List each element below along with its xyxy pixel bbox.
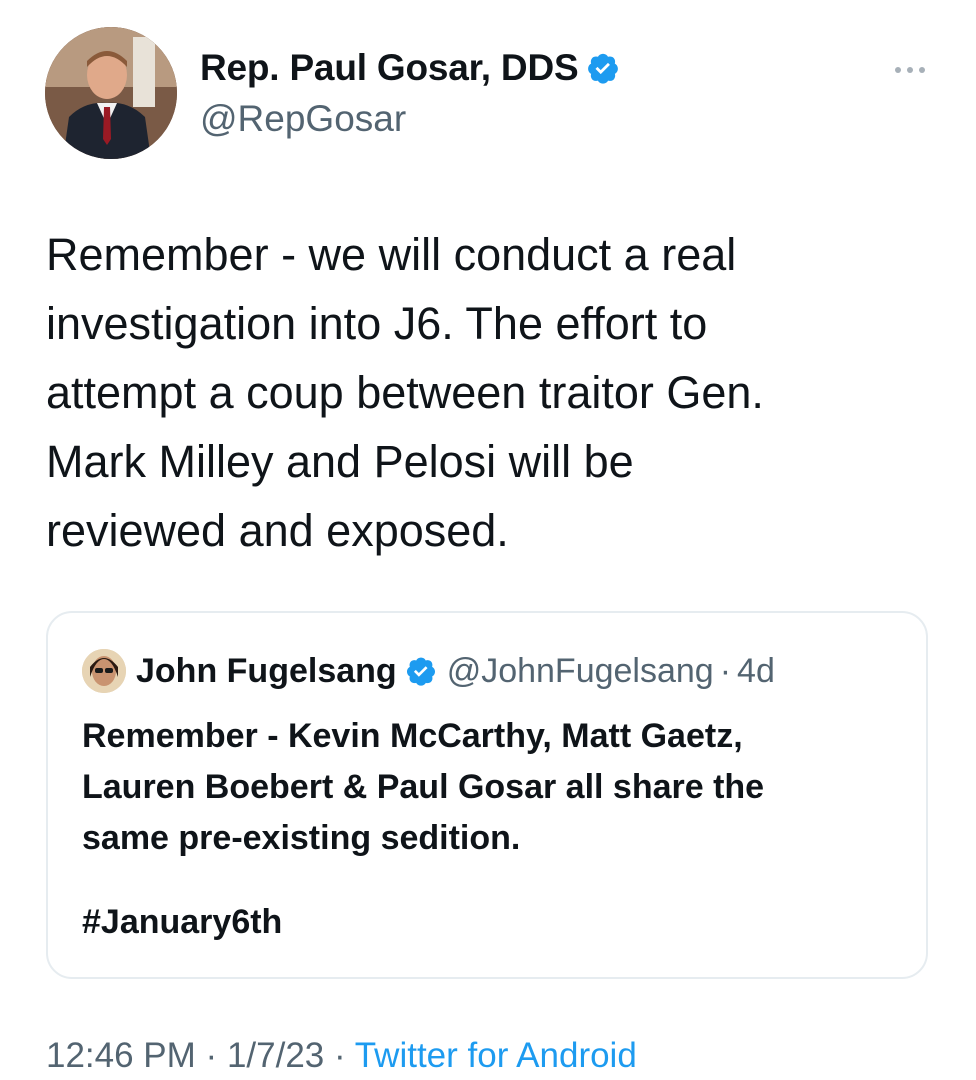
quoted-author-name: John Fugelsang xyxy=(136,651,397,690)
verified-badge-icon xyxy=(406,657,435,686)
verified-badge-icon xyxy=(588,53,619,84)
hashtag-link[interactable]: #January6th xyxy=(82,903,282,942)
author-name[interactable]: Rep. Paul Gosar, DDS xyxy=(200,47,579,89)
quoted-author-handle: @JohnFugelsang xyxy=(446,651,714,690)
separator-dot: · xyxy=(719,651,732,690)
author-avatar[interactable] xyxy=(45,27,177,159)
quoted-author-avatar xyxy=(82,649,126,693)
quoted-tweet-time: 4d xyxy=(737,651,775,690)
tweet-meta: 12:46 PM · 1/7/23 · Twitter for Android xyxy=(46,1036,637,1076)
tweet-text: Remember - we will conduct a real invest… xyxy=(46,229,764,556)
separator-dot: · xyxy=(205,1036,218,1075)
author-handle[interactable]: @RepGosar xyxy=(200,98,406,140)
tweet-date[interactable]: 1/7/23 xyxy=(227,1036,324,1075)
separator-dot: · xyxy=(333,1036,346,1075)
quoted-tweet-card[interactable]: John Fugelsang @JohnFugelsang · 4d Remem… xyxy=(46,611,928,979)
more-horizontal-icon[interactable] xyxy=(890,60,930,80)
tweet: Rep. Paul Gosar, DDS @RepGosar Remember … xyxy=(0,0,976,1080)
quoted-tweet-text: Remember - Kevin McCarthy, Matt Gaetz, L… xyxy=(82,717,765,857)
author-name-row: Rep. Paul Gosar, DDS xyxy=(200,47,620,89)
tweet-time[interactable]: 12:46 PM xyxy=(46,1036,196,1075)
tweet-source-link[interactable]: Twitter for Android xyxy=(355,1036,637,1075)
quoted-tweet-header: John Fugelsang @JohnFugelsang · 4d xyxy=(82,649,775,693)
